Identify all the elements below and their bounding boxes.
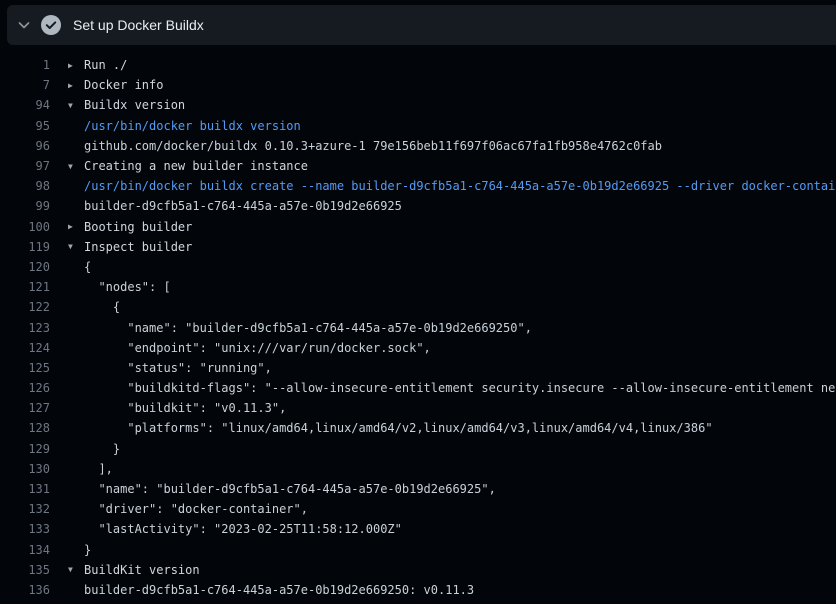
log-text: "name": "builder-d9cfb5a1-c764-445a-a57e…	[84, 482, 836, 496]
chevron-down-icon[interactable]	[16, 17, 32, 33]
line-number[interactable]: 100	[0, 220, 50, 234]
line-number[interactable]: 95	[0, 119, 50, 133]
log-line: 130 ],	[0, 459, 836, 479]
log-text: Buildx version	[84, 98, 836, 112]
line-number[interactable]: 119	[0, 240, 50, 254]
log-text: "platforms": "linux/amd64,linux/amd64/v2…	[84, 421, 836, 435]
triangle-down-icon: ▼	[68, 565, 84, 574]
log-group-row[interactable]: 135 ▼ BuildKit version	[0, 560, 836, 580]
line-number[interactable]: 135	[0, 563, 50, 577]
log-text: /usr/bin/docker buildx create --name bui…	[84, 179, 836, 193]
line-number[interactable]: 130	[0, 462, 50, 476]
log-text: "nodes": [	[84, 280, 836, 294]
log-text: Docker info	[84, 78, 836, 92]
log-text: ],	[84, 462, 836, 476]
log-line: 99 builder-d9cfb5a1-c764-445a-a57e-0b19d…	[0, 196, 836, 216]
log-text: Booting builder	[84, 220, 836, 234]
log-text: "status": "running",	[84, 361, 836, 375]
log-text: "lastActivity": "2023-02-25T11:58:12.000…	[84, 522, 836, 536]
log-text: "buildkitd-flags": "--allow-insecure-ent…	[84, 381, 836, 395]
log-text: Inspect builder	[84, 240, 836, 254]
log-line: 125 "status": "running",	[0, 358, 836, 378]
log-line: 96 github.com/docker/buildx 0.10.3+azure…	[0, 136, 836, 156]
line-number[interactable]: 99	[0, 199, 50, 213]
line-number[interactable]: 136	[0, 583, 50, 597]
log-line: 134 }	[0, 540, 836, 560]
log-line: 129 }	[0, 439, 836, 459]
line-number[interactable]: 131	[0, 482, 50, 496]
log-text: BuildKit version	[84, 563, 836, 577]
log-line: 131 "name": "builder-d9cfb5a1-c764-445a-…	[0, 479, 836, 499]
log-line: 124 "endpoint": "unix:///var/run/docker.…	[0, 338, 836, 358]
log-line: 95 /usr/bin/docker buildx version	[0, 116, 836, 136]
triangle-right-icon: ▶	[68, 61, 84, 70]
log-group-row[interactable]: 119 ▼ Inspect builder	[0, 237, 836, 257]
triangle-down-icon: ▼	[68, 101, 84, 110]
triangle-down-icon: ▼	[68, 162, 84, 171]
log-text: "endpoint": "unix:///var/run/docker.sock…	[84, 341, 836, 355]
line-number[interactable]: 7	[0, 78, 50, 92]
line-number[interactable]: 123	[0, 321, 50, 335]
log-text: {	[84, 300, 836, 314]
log-text: /usr/bin/docker buildx version	[84, 119, 836, 133]
log-group-row[interactable]: 7 ▶ Docker info	[0, 75, 836, 95]
line-number[interactable]: 94	[0, 98, 50, 112]
log-text: "driver": "docker-container",	[84, 502, 836, 516]
log-line: 120 {	[0, 257, 836, 277]
step-header[interactable]: Set up Docker Buildx	[7, 5, 836, 45]
line-number[interactable]: 132	[0, 502, 50, 516]
log-group-row[interactable]: 94 ▼ Buildx version	[0, 95, 836, 115]
line-number[interactable]: 97	[0, 159, 50, 173]
log-text: "name": "builder-d9cfb5a1-c764-445a-a57e…	[84, 321, 836, 335]
log-line: 136 builder-d9cfb5a1-c764-445a-a57e-0b19…	[0, 580, 836, 600]
log-group-row[interactable]: 97 ▼ Creating a new builder instance	[0, 156, 836, 176]
log-line: 127 "buildkit": "v0.11.3",	[0, 398, 836, 418]
log-text: Run ./	[84, 58, 836, 72]
log-text: Creating a new builder instance	[84, 159, 836, 173]
log-text: builder-d9cfb5a1-c764-445a-a57e-0b19d2e6…	[84, 199, 836, 213]
line-number[interactable]: 1	[0, 58, 50, 72]
line-number[interactable]: 120	[0, 260, 50, 274]
step-title: Set up Docker Buildx	[73, 17, 204, 33]
line-number[interactable]: 133	[0, 522, 50, 536]
line-number[interactable]: 96	[0, 139, 50, 153]
line-number[interactable]: 121	[0, 280, 50, 294]
line-number[interactable]: 98	[0, 179, 50, 193]
log-text: builder-d9cfb5a1-c764-445a-a57e-0b19d2e6…	[84, 583, 836, 597]
log-line: 133 "lastActivity": "2023-02-25T11:58:12…	[0, 519, 836, 539]
log-group-row[interactable]: 1 ▶ Run ./	[0, 55, 836, 75]
line-number[interactable]: 129	[0, 442, 50, 456]
line-number[interactable]: 134	[0, 543, 50, 557]
triangle-right-icon: ▶	[68, 222, 84, 231]
log-line: 122 {	[0, 297, 836, 317]
line-number[interactable]: 127	[0, 401, 50, 415]
check-circle-icon	[41, 15, 61, 35]
log-text: "buildkit": "v0.11.3",	[84, 401, 836, 415]
log-line: 98 /usr/bin/docker buildx create --name …	[0, 176, 836, 196]
triangle-right-icon: ▶	[68, 81, 84, 90]
line-number[interactable]: 125	[0, 361, 50, 375]
log-text: }	[84, 543, 836, 557]
log-group-row[interactable]: 100 ▶ Booting builder	[0, 217, 836, 237]
log-text: github.com/docker/buildx 0.10.3+azure-1 …	[84, 139, 836, 153]
log-line: 121 "nodes": [	[0, 277, 836, 297]
line-number[interactable]: 124	[0, 341, 50, 355]
log-line: 132 "driver": "docker-container",	[0, 499, 836, 519]
line-number[interactable]: 126	[0, 381, 50, 395]
line-number[interactable]: 128	[0, 421, 50, 435]
log-line: 123 "name": "builder-d9cfb5a1-c764-445a-…	[0, 317, 836, 337]
line-number[interactable]: 122	[0, 300, 50, 314]
log-line: 128 "platforms": "linux/amd64,linux/amd6…	[0, 418, 836, 438]
log-text: {	[84, 260, 836, 274]
log-area: 1 ▶ Run ./ 7 ▶ Docker info 94 ▼ Buildx v…	[0, 45, 836, 600]
triangle-down-icon: ▼	[68, 242, 84, 251]
log-text: }	[84, 442, 836, 456]
log-line: 126 "buildkitd-flags": "--allow-insecure…	[0, 378, 836, 398]
